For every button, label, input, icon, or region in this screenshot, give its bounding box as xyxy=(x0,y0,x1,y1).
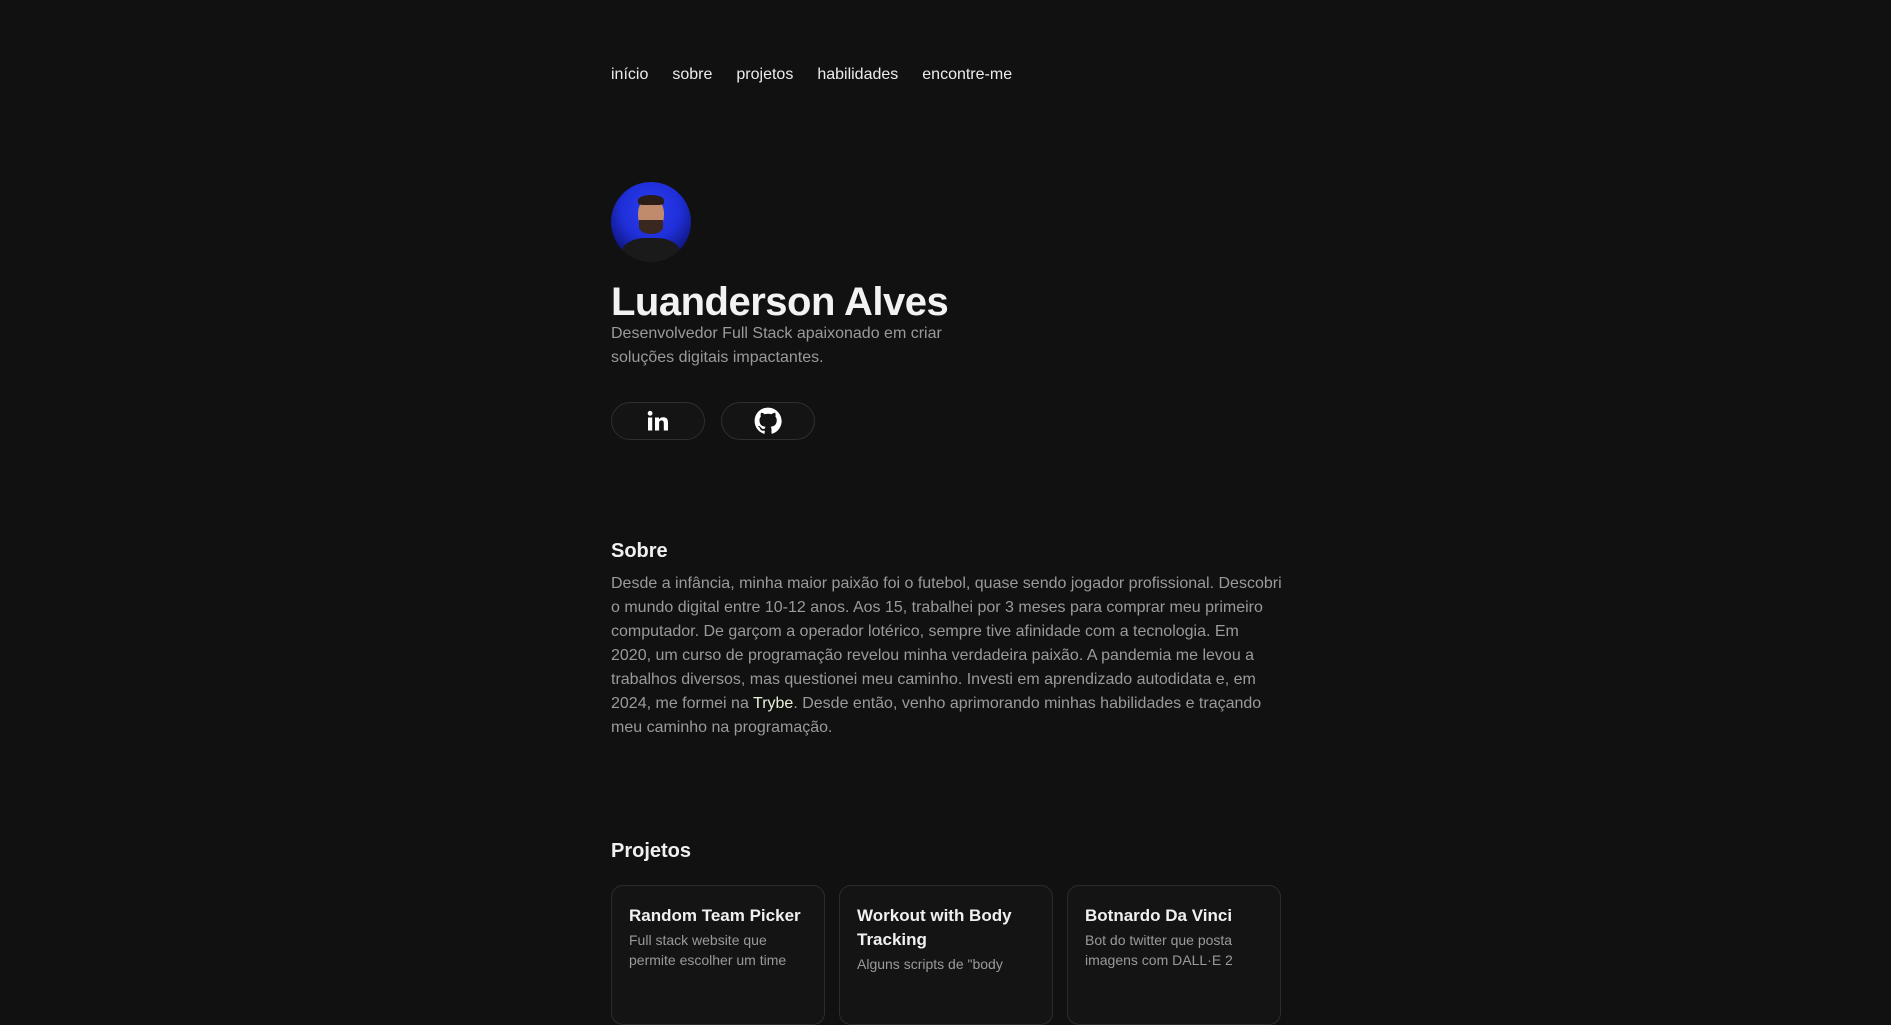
trybe-link[interactable]: Trybe xyxy=(753,695,793,712)
project-card[interactable]: Workout with Body Tracking Alguns script… xyxy=(839,885,1053,1025)
projects-title: Projetos xyxy=(611,840,692,862)
linkedin-button[interactable] xyxy=(611,402,705,440)
nav-link-inicio[interactable]: início xyxy=(611,64,648,86)
project-card[interactable]: Botnardo Da Vinci Bot do twitter que pos… xyxy=(1067,885,1281,1025)
top-nav: início sobre projetos habilidades encont… xyxy=(611,64,1036,86)
project-title: Botnardo Da Vinci xyxy=(1085,906,1233,925)
projects-grid: Random Team Picker Full stack website qu… xyxy=(611,885,1295,1025)
project-title: Workout with Body Tracking xyxy=(857,906,1012,949)
avatar-hair xyxy=(638,195,664,205)
project-description: Full stack website que permite escolher … xyxy=(629,932,787,968)
social-links xyxy=(611,402,831,440)
profile-tagline: Desenvolvedor Full Stack apaixonado em c… xyxy=(611,325,942,366)
project-description: Alguns scripts de "body xyxy=(857,956,1003,972)
project-title: Random Team Picker xyxy=(629,906,801,925)
profile-name: Luanderson Alves xyxy=(611,280,949,324)
nav-link-habilidades[interactable]: habilidades xyxy=(817,64,898,86)
avatar xyxy=(611,182,691,262)
project-description: Bot do twitter que posta imagens com DAL… xyxy=(1085,932,1233,968)
project-card[interactable]: Random Team Picker Full stack website qu… xyxy=(611,885,825,1025)
github-icon xyxy=(754,407,782,434)
nav-link-projetos[interactable]: projetos xyxy=(736,64,793,86)
about-text: Desde a infância, minha maior paixão foi… xyxy=(611,572,1283,740)
about-title: Sobre xyxy=(611,540,668,562)
github-button[interactable] xyxy=(721,402,815,440)
avatar-body xyxy=(621,238,681,262)
linkedin-icon xyxy=(647,410,668,431)
nav-link-encontre-me[interactable]: encontre-me xyxy=(922,64,1012,86)
nav-link-sobre[interactable]: sobre xyxy=(672,64,712,86)
about-text-part-1: Desde a infância, minha maior paixão foi… xyxy=(611,575,1282,712)
avatar-beard xyxy=(639,220,663,234)
